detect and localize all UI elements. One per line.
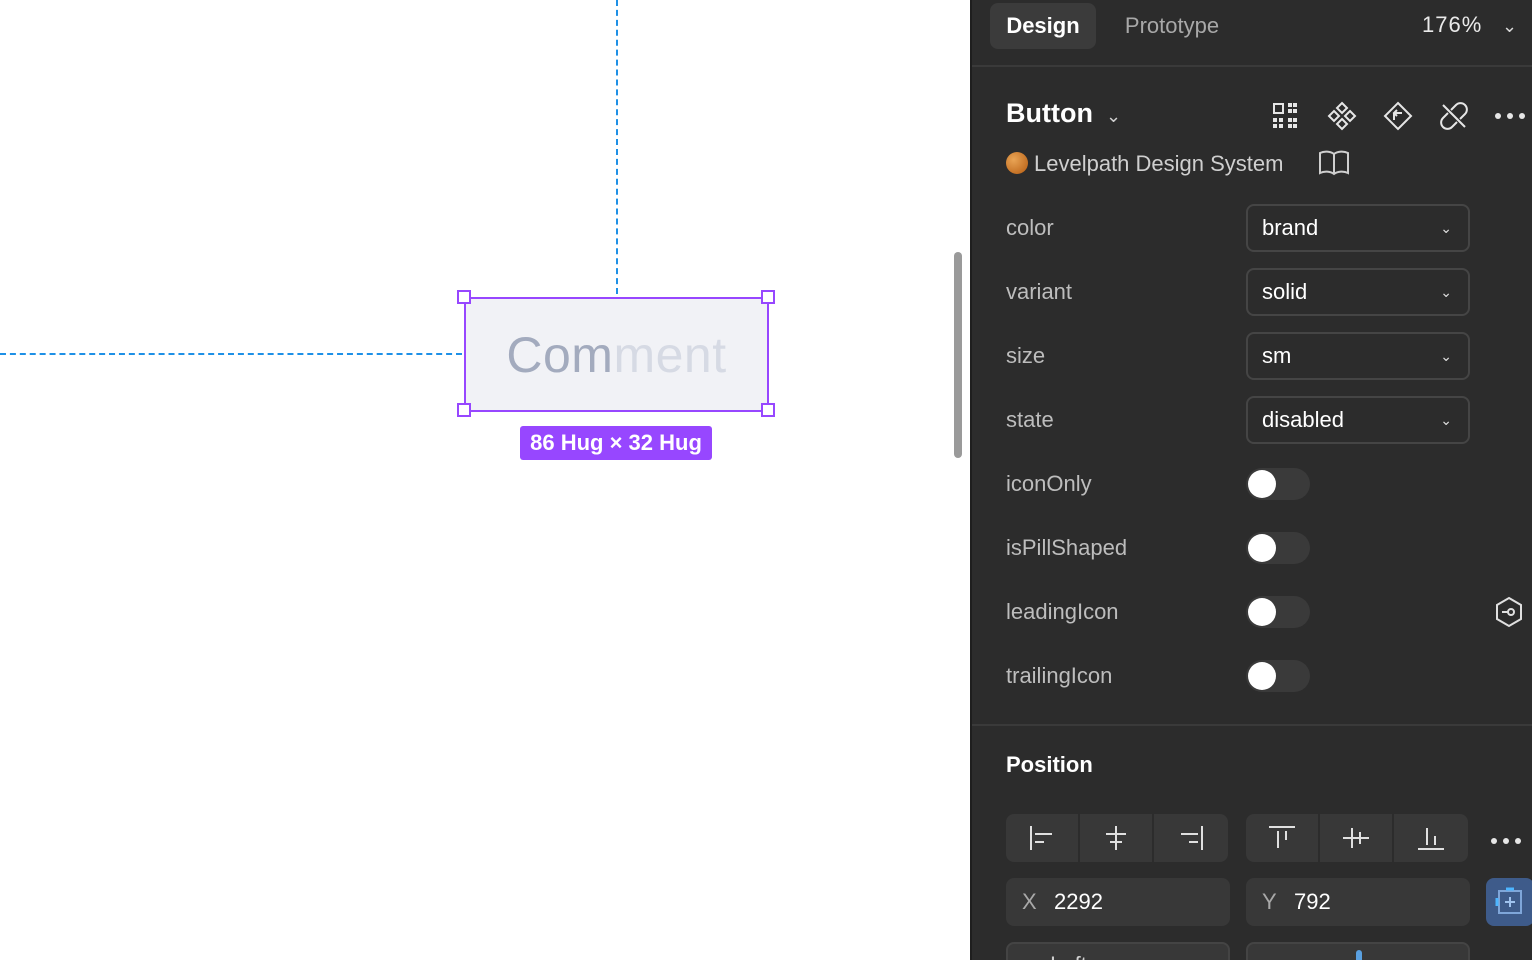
prop-label-variant: variant bbox=[1006, 279, 1073, 304]
y-position-field[interactable]: Y 792 bbox=[1246, 878, 1470, 926]
horizontal-constraint-select[interactable]: … Left bbox=[1006, 942, 1230, 960]
y-label: Y bbox=[1262, 889, 1277, 914]
library-name[interactable]: Levelpath Design System bbox=[1034, 151, 1283, 177]
component-name[interactable]: Button bbox=[1006, 98, 1093, 129]
horizontal-guide bbox=[0, 353, 462, 355]
vertical-guide bbox=[616, 0, 618, 294]
tab-design[interactable]: Design bbox=[990, 3, 1096, 49]
prop-label-size: size bbox=[1006, 343, 1046, 368]
chevron-down-icon: ⌄ bbox=[1440, 284, 1452, 300]
tab-prototype[interactable]: Prototype bbox=[1112, 3, 1232, 49]
canvas-scrollbar[interactable] bbox=[954, 252, 962, 458]
icononly-toggle[interactable] bbox=[1246, 468, 1310, 500]
align-left-icon[interactable] bbox=[1006, 814, 1080, 862]
dimensions-badge: 86 Hug × 32 Hug bbox=[520, 426, 712, 460]
y-value[interactable]: 792 bbox=[1294, 889, 1331, 915]
constraint-indicator bbox=[1356, 950, 1362, 960]
section-divider bbox=[972, 724, 1532, 726]
panel-topbar: Design Prototype 176% ⌄ bbox=[972, 0, 1532, 67]
button-component-instance[interactable]: Comment bbox=[464, 298, 769, 411]
prop-label-state: state bbox=[1006, 407, 1054, 432]
vertical-align-group bbox=[1246, 814, 1468, 862]
variant-select[interactable]: solid ⌄ bbox=[1246, 268, 1470, 316]
more-align-options-icon[interactable] bbox=[1490, 820, 1522, 852]
vertical-constraint-select[interactable] bbox=[1246, 942, 1470, 960]
trailingicon-toggle[interactable] bbox=[1246, 660, 1310, 692]
chevron-down-icon: ⌄ bbox=[1440, 220, 1452, 236]
align-horizontal-center-icon[interactable] bbox=[1080, 814, 1154, 862]
chevron-down-icon: ⌄ bbox=[1440, 348, 1452, 364]
component-icon[interactable] bbox=[1324, 98, 1360, 134]
leadingicon-toggle[interactable] bbox=[1246, 596, 1310, 628]
book-icon[interactable] bbox=[1318, 150, 1350, 181]
color-select[interactable]: brand ⌄ bbox=[1246, 204, 1470, 252]
align-bottom-icon[interactable] bbox=[1394, 814, 1468, 862]
resize-handle-top-right[interactable] bbox=[761, 290, 775, 304]
state-select[interactable]: disabled ⌄ bbox=[1246, 396, 1470, 444]
align-right-icon[interactable] bbox=[1154, 814, 1228, 862]
prop-label-ispillshaped: isPillShaped bbox=[1006, 535, 1128, 560]
button-component-label: Comment bbox=[506, 326, 727, 383]
ispillshaped-toggle[interactable] bbox=[1246, 532, 1310, 564]
x-value[interactable]: 2292 bbox=[1054, 889, 1103, 915]
more-options-icon[interactable] bbox=[1492, 98, 1528, 134]
chevron-down-icon[interactable]: ⌄ bbox=[1502, 16, 1517, 37]
x-position-field[interactable]: X 2292 bbox=[1006, 878, 1230, 926]
design-canvas[interactable]: Comment 86 Hug × 32 Hug bbox=[0, 0, 970, 960]
x-label: X bbox=[1022, 889, 1037, 914]
position-section-title: Position bbox=[1006, 752, 1093, 777]
chevron-down-icon[interactable]: ⌄ bbox=[1106, 106, 1121, 127]
resize-handle-bottom-left[interactable] bbox=[457, 403, 471, 417]
prop-label-trailingicon: trailingIcon bbox=[1006, 663, 1113, 688]
resize-handle-top-left[interactable] bbox=[457, 290, 471, 304]
properties-panel: Design Prototype 176% ⌄ Button ⌄ Levelpa… bbox=[970, 0, 1532, 960]
detach-instance-icon[interactable] bbox=[1436, 98, 1472, 134]
instance-swap-icon[interactable] bbox=[1494, 596, 1524, 633]
chevron-down-icon: ⌄ bbox=[1440, 412, 1452, 428]
horizontal-align-group bbox=[1006, 814, 1228, 862]
go-to-main-component-icon[interactable] bbox=[1380, 98, 1416, 134]
zoom-level[interactable]: 176% bbox=[1422, 12, 1482, 38]
align-vertical-center-icon[interactable] bbox=[1320, 814, 1394, 862]
library-avatar bbox=[1006, 152, 1028, 174]
align-top-icon[interactable] bbox=[1246, 814, 1320, 862]
prop-label-icononly: iconOnly bbox=[1006, 471, 1092, 496]
prop-label-color: color bbox=[1006, 215, 1054, 240]
size-select[interactable]: sm ⌄ bbox=[1246, 332, 1470, 380]
resize-handle-bottom-right[interactable] bbox=[761, 403, 775, 417]
constraints-toggle-icon[interactable] bbox=[1486, 878, 1532, 926]
prop-label-leadingicon: leadingIcon bbox=[1006, 599, 1119, 624]
select-matching-layers-icon[interactable] bbox=[1268, 98, 1304, 134]
